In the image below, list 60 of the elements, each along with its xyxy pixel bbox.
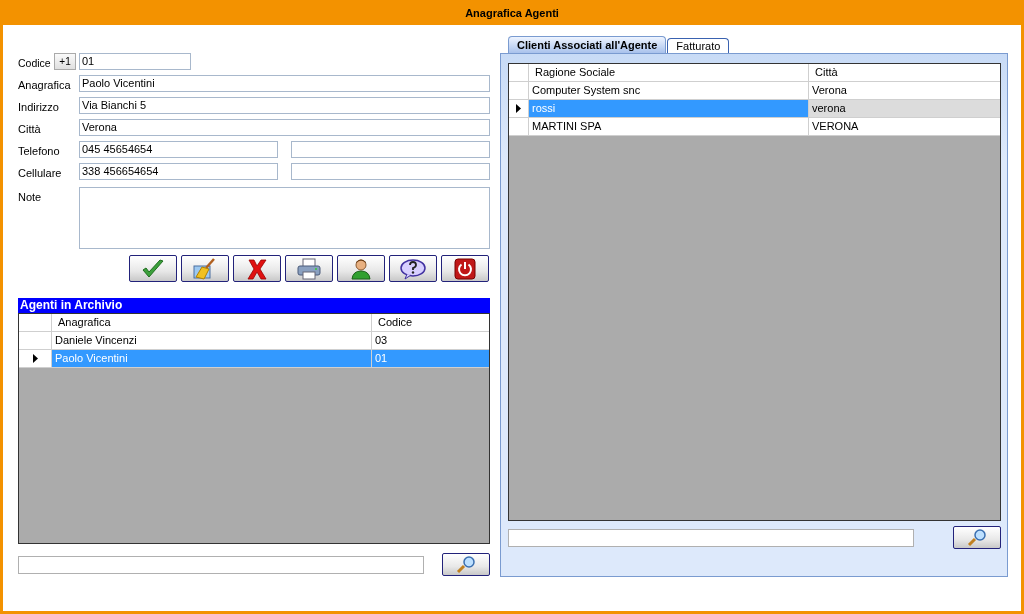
field-label: Telefono (18, 144, 61, 157)
table-cell: Computer System snc (529, 82, 809, 99)
input-field[interactable]: 338 456654654 (79, 163, 278, 180)
field-label: Cellulare (18, 166, 63, 179)
input-field[interactable]: Via Bianchi 5 (79, 97, 490, 114)
table-cell-text: VERONA (811, 119, 860, 134)
field-label: Note (18, 190, 43, 203)
table-cell: rossi (529, 100, 809, 117)
table-cell: verona (809, 100, 1000, 117)
tab[interactable]: Clienti Associati all'Agente (508, 36, 667, 53)
print-button[interactable] (285, 255, 333, 282)
input-field[interactable]: 045 45654654 (79, 141, 278, 158)
grid-row[interactable]: MARTINI SPA VERONA (509, 118, 1000, 136)
window-title: Anagrafica Agenti (464, 5, 560, 21)
table-cell: Daniele Vincenzi (52, 332, 372, 349)
input-field[interactable]: Verona (79, 119, 490, 136)
grid-row[interactable]: Daniele Vincenzi 03 (19, 332, 489, 350)
column-header[interactable]: Ragione Sociale (529, 64, 809, 81)
search-field[interactable] (18, 555, 424, 574)
printer-icon (296, 257, 322, 280)
table-cell: MARTINI SPA (529, 118, 809, 135)
clear-button[interactable] (181, 255, 229, 282)
increment-button[interactable]: +1 (54, 53, 76, 70)
field-label: Anagrafica (18, 78, 72, 91)
row-pointer-icon (516, 104, 521, 113)
help-icon (399, 257, 427, 280)
grid-title-bar: Agenti in Archivio (18, 298, 490, 313)
grid-row[interactable]: Computer System snc Verona (509, 82, 1000, 100)
table-cell-text: Verona (811, 83, 848, 98)
field-label: Codice (18, 56, 52, 69)
input-field[interactable]: Paolo Vicentini (79, 75, 490, 92)
column-header[interactable]: Codice (372, 314, 489, 331)
delete-button[interactable] (233, 255, 281, 282)
table-cell: 01 (372, 350, 489, 367)
input-field[interactable]: 01 (79, 53, 191, 70)
field-label: Città (18, 122, 42, 135)
person-icon (350, 257, 372, 280)
user-button[interactable] (337, 255, 385, 282)
input-field[interactable] (291, 163, 490, 180)
input-field[interactable] (291, 141, 490, 158)
exit-button[interactable] (441, 255, 489, 282)
column-header[interactable]: Città (809, 64, 1000, 81)
table-cell: Paolo Vicentini (52, 350, 372, 367)
search-field[interactable] (508, 528, 914, 547)
x-mark-icon (246, 257, 268, 280)
grid-row[interactable]: rossi verona (509, 100, 1000, 118)
checkmark-icon (141, 258, 165, 279)
table-cell-text: 03 (374, 333, 389, 348)
row-pointer-icon (32, 354, 38, 363)
search-button[interactable] (442, 553, 490, 576)
power-icon (454, 257, 476, 280)
search-icon (455, 555, 477, 574)
save-button[interactable] (129, 255, 177, 282)
search-icon (966, 528, 988, 547)
help-button[interactable] (389, 255, 437, 282)
field-label: Indirizzo (18, 100, 60, 113)
tab[interactable]: Fatturato (667, 38, 730, 53)
search-button[interactable] (953, 526, 1001, 549)
column-header[interactable]: Anagrafica (52, 314, 372, 331)
broom-icon (192, 257, 218, 280)
